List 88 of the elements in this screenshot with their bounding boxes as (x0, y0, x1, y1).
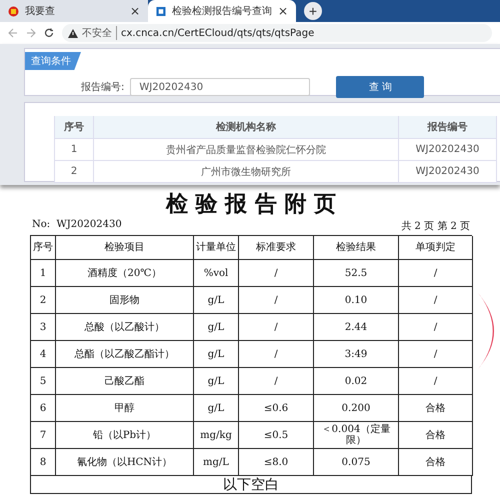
table-cell: WJ20202430 (399, 139, 497, 161)
table-cell: ≤0.6 (239, 395, 314, 422)
seal-stamp-icon (478, 293, 494, 369)
field-label: 报告编号: (81, 80, 124, 94)
back-icon[interactable] (8, 28, 18, 38)
table-cell: 甲醇 (56, 395, 194, 422)
column-header: 检验结果 (314, 236, 399, 260)
report-number-field[interactable]: WJ20202430 (130, 78, 310, 96)
tab-title: 检验检测报告编号查询 (172, 4, 272, 18)
table-cell: ≤8.0 (239, 449, 314, 476)
table-cell: ≤0.5 (239, 422, 314, 449)
browser-tab[interactable]: 我要查 × (0, 0, 148, 22)
table-cell: mg/L (194, 449, 239, 476)
table-cell: 0.10 (314, 287, 399, 314)
tab-title: 我要查 (25, 4, 56, 18)
table-cell: 0.075 (314, 449, 399, 476)
emblem-icon (8, 6, 19, 16)
table-cell: 6 (31, 395, 56, 422)
close-tab-button[interactable]: × (130, 4, 140, 18)
table-cell: 4 (31, 341, 56, 368)
table-cell: 3 (31, 314, 56, 341)
blank-note: 以下空白 (30, 476, 472, 494)
table-cell: / (239, 341, 314, 368)
table-cell: mg/kg (194, 422, 239, 449)
table-cell: 0.200 (314, 395, 399, 422)
table-cell: 0.02 (314, 368, 399, 395)
table-cell: 2 (31, 287, 56, 314)
table-cell: 5 (31, 368, 56, 395)
report-number: No: WJ20202430 (32, 219, 122, 232)
table-cell: 合格 (399, 422, 473, 449)
table-cell: 7 (31, 422, 56, 449)
column-header: 检测机构名称 (94, 116, 399, 139)
column-header: 单项判定 (399, 236, 473, 260)
column-header: 报告编号 (399, 116, 497, 139)
column-header: 计量单位 (194, 236, 239, 260)
table-cell: / (239, 287, 314, 314)
table-cell: 固形物 (56, 287, 194, 314)
table-cell: 3:49 (314, 341, 399, 368)
table-cell: g/L (194, 341, 239, 368)
table-cell: / (239, 314, 314, 341)
table-cell: g/L (194, 368, 239, 395)
table-cell: ＜0.004（定量限） (314, 422, 399, 449)
address-bar[interactable]: 不安全 cx.cnca.cn/CertECloud/qts/qts/qtsPage (62, 24, 492, 42)
security-label: 不安全 (82, 26, 117, 40)
table-cell: / (399, 287, 473, 314)
table-cell: %vol (194, 260, 239, 287)
column-header: 检验项目 (56, 236, 194, 260)
table-cell: / (239, 260, 314, 287)
table-cell: 己酸乙酯 (56, 368, 194, 395)
report-title: 检 验 报 告 附 页 (164, 191, 338, 219)
table-cell: g/L (194, 287, 239, 314)
table-cell: / (399, 314, 473, 341)
reload-icon[interactable] (44, 28, 54, 38)
table-cell: / (239, 368, 314, 395)
table-cell: 总酸（以乙酸计） (56, 314, 194, 341)
new-tab-button[interactable]: + (304, 2, 322, 20)
table-cell: 2 (55, 161, 94, 183)
table-cell: 铅（以Pb计） (56, 422, 194, 449)
table-cell: 氰化物（以HCN计） (56, 449, 194, 476)
table-cell: 1 (55, 139, 94, 161)
browser-tab[interactable]: 检验检测报告编号查询 × (148, 0, 296, 22)
panel-title: 查询条件 (25, 52, 81, 70)
table-cell: g/L (194, 395, 239, 422)
column-header: 序号 (31, 236, 56, 260)
table-cell: 酒精度（20℃） (56, 260, 194, 287)
table-cell: 8 (31, 449, 56, 476)
document-icon (156, 6, 166, 16)
table-cell: / (399, 341, 473, 368)
url-text: cx.cnca.cn/CertECloud/qts/qts/qtsPage (121, 28, 314, 38)
table-cell: 广州市微生物研究所 (94, 161, 399, 183)
column-header: 序号 (55, 116, 94, 139)
table-cell: 1 (31, 260, 56, 287)
table-cell: 总酯（以乙酸乙酯计） (56, 341, 194, 368)
table-cell: / (399, 260, 473, 287)
table-cell: WJ20202430 (399, 161, 497, 183)
forward-icon[interactable] (26, 28, 36, 38)
warning-icon (68, 28, 78, 38)
table-cell: 合格 (399, 449, 473, 476)
table-cell: g/L (194, 314, 239, 341)
table-cell: 52.5 (314, 260, 399, 287)
table-cell: 2.44 (314, 314, 399, 341)
table-cell: 合格 (399, 395, 473, 422)
close-tab-button[interactable]: × (278, 4, 288, 18)
table-cell: / (399, 368, 473, 395)
page-count: 共 2 页 第 2 页 (401, 220, 470, 234)
query-button[interactable]: 查 询 (336, 76, 424, 98)
table-cell: 贵州省产品质量监督检验院仁怀分院 (94, 139, 399, 161)
column-header: 标准要求 (239, 236, 314, 260)
